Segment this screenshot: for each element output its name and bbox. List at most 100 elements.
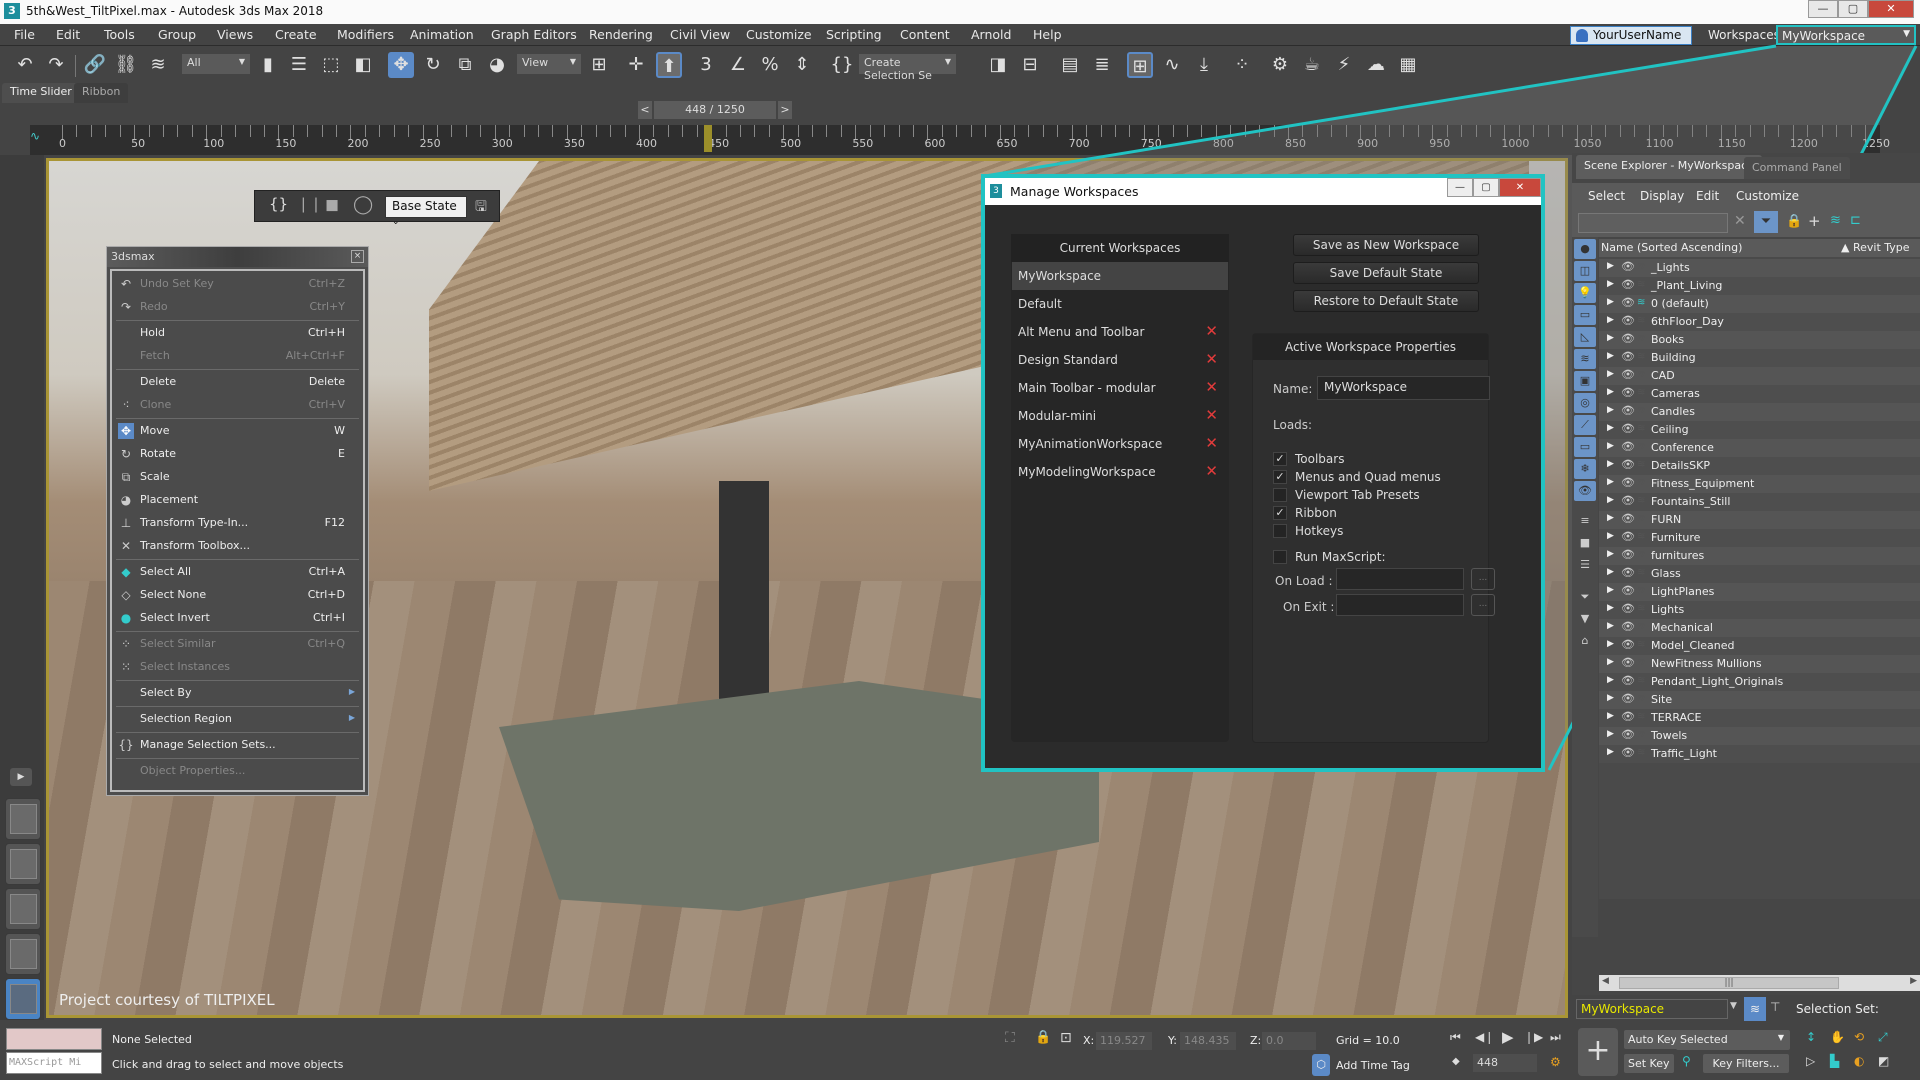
- layout-four-left[interactable]: [5, 933, 41, 975]
- expand-icon[interactable]: ▶: [1607, 657, 1614, 667]
- active-layer-icon[interactable]: ≋: [1637, 387, 1645, 398]
- active-layer-icon[interactable]: ≋: [1637, 279, 1645, 290]
- scrollbar-thumb[interactable]: |||: [1619, 977, 1839, 989]
- render-shoot-icon[interactable]: ▦: [1395, 52, 1421, 78]
- field-of-view-icon[interactable]: ▷: [1806, 1054, 1815, 1068]
- menu-content[interactable]: Content: [900, 27, 950, 42]
- visibility-eye-icon[interactable]: 👁: [1621, 296, 1635, 309]
- layer-row[interactable]: ▶ 👁 ≋ Site: [1599, 691, 1920, 709]
- menu-help[interactable]: Help: [1033, 27, 1062, 42]
- user-account-button[interactable]: YourUserName ▼: [1570, 26, 1692, 55]
- expand-icon[interactable]: ▶: [1607, 495, 1614, 505]
- workspace-list-item[interactable]: MyAnimationWorkspace ✕: [1012, 430, 1228, 458]
- zoom-icon[interactable]: ⟲: [1854, 1030, 1864, 1044]
- material-editor-icon[interactable]: ⁘: [1229, 52, 1255, 78]
- edit-named-selection-icon[interactable]: {}: [829, 52, 855, 78]
- time-slider-marker[interactable]: [704, 125, 713, 152]
- menu-tools[interactable]: Tools: [104, 27, 135, 42]
- layer-row[interactable]: ▶ 👁 ≋ _Plant_Living: [1599, 277, 1920, 295]
- time-slider-next[interactable]: >: [778, 101, 792, 119]
- active-layer-icon[interactable]: ≋: [1637, 405, 1645, 416]
- workspace-list-item[interactable]: Design Standard ✕: [1012, 346, 1228, 374]
- workspace-name-input[interactable]: MyWorkspace: [1317, 376, 1490, 400]
- angle-snap-icon[interactable]: ∠: [725, 52, 751, 78]
- layer-row[interactable]: ▶ 👁 ≋ TERRACE: [1599, 709, 1920, 727]
- expand-icon[interactable]: ▶: [1607, 297, 1614, 307]
- layers-icon[interactable]: ≋: [1830, 213, 1841, 228]
- go-to-end-icon[interactable]: ⏭: [1550, 1030, 1561, 1045]
- quad-menu-item-fetch[interactable]: Fetch Alt+Ctrl+F: [116, 345, 359, 367]
- layer-row[interactable]: ▶ 👁 ≋ Pendant_Light_Originals: [1599, 673, 1920, 691]
- maxscript-mini-listener[interactable]: MAXScript Mi: [6, 1052, 102, 1074]
- expand-icon[interactable]: ▶: [1607, 603, 1614, 613]
- load-checkbox-hotkeys[interactable]: [1273, 524, 1287, 538]
- state-set-dropdown[interactable]: Base State ⌄: [385, 196, 467, 227]
- visibility-eye-icon[interactable]: 👁: [1621, 386, 1635, 399]
- menu-animation[interactable]: Animation: [410, 27, 474, 42]
- filter-spacewarps-icon[interactable]: ≋: [1574, 349, 1596, 369]
- visibility-eye-icon[interactable]: 👁: [1621, 440, 1635, 453]
- layer-row[interactable]: ▶ 👁 ≋ FURN: [1599, 511, 1920, 529]
- active-layer-icon[interactable]: ≋: [1637, 711, 1645, 722]
- redo-icon[interactable]: ↷: [43, 52, 69, 78]
- save-as-new-workspace-button[interactable]: Save as New Workspace: [1293, 234, 1479, 256]
- workspace-list-item[interactable]: MyModelingWorkspace ✕: [1012, 458, 1228, 486]
- active-layer-icon[interactable]: ≋: [1637, 603, 1645, 614]
- pivot-center-icon[interactable]: ⊞: [586, 52, 612, 78]
- menu-arnold[interactable]: Arnold: [971, 27, 1011, 42]
- active-layer-icon[interactable]: ≋: [1637, 549, 1645, 560]
- se-menu-edit[interactable]: Edit: [1696, 189, 1719, 203]
- layer-row[interactable]: ▶ 👁 ≋ CAD: [1599, 367, 1920, 385]
- expand-icon[interactable]: ▶: [1607, 585, 1614, 595]
- quad-menu-title-bar[interactable]: 3dsmax: [107, 247, 368, 267]
- auto-key-button[interactable]: Auto Key: [1624, 1030, 1681, 1049]
- schematic-view-icon[interactable]: ⤓: [1191, 52, 1217, 78]
- se-menu-display[interactable]: Display: [1640, 189, 1684, 203]
- column-revit-type[interactable]: Revit Type: [1853, 241, 1910, 254]
- filter-bones-icon[interactable]: ⟋: [1574, 415, 1596, 435]
- layer-row[interactable]: ▶ 👁 ≋ Traffic_Light: [1599, 745, 1920, 763]
- filter-toggle-icon[interactable]: ▼: [1574, 609, 1596, 629]
- visibility-eye-icon[interactable]: 👁: [1621, 494, 1635, 507]
- active-layer-icon[interactable]: ≋: [1637, 459, 1645, 470]
- visibility-eye-icon[interactable]: 👁: [1621, 458, 1635, 471]
- time-slider-prev[interactable]: <: [638, 101, 652, 119]
- lock-icon[interactable]: 🔒: [1786, 214, 1802, 229]
- walk-through-icon[interactable]: ▙: [1830, 1054, 1839, 1068]
- placement-icon[interactable]: ◕: [484, 52, 510, 78]
- layer-row[interactable]: ▶ 👁 ≋ _Lights: [1599, 259, 1920, 277]
- track-bar[interactable]: ∿ 0 50 100 150 200 250 300 350 400 450 500 550 600 65…: [30, 125, 1890, 155]
- active-layer-icon[interactable]: ≋: [1637, 441, 1645, 452]
- delete-workspace-icon[interactable]: ✕: [1205, 406, 1218, 424]
- quad-menu-item-placement[interactable]: ◕ Placement: [116, 489, 359, 511]
- layer-row[interactable]: ▶ 👁 ≋ furnitures: [1599, 547, 1920, 565]
- load-checkbox-ribbon[interactable]: ✓: [1273, 506, 1287, 520]
- dialog-minimize-button[interactable]: —: [1447, 178, 1473, 197]
- workspace-list-item[interactable]: Alt Menu and Toolbar ✕: [1012, 318, 1228, 346]
- visibility-eye-icon[interactable]: 👁: [1621, 422, 1635, 435]
- sort-ascending-icon[interactable]: ▲: [1841, 241, 1849, 254]
- visibility-eye-icon[interactable]: 👁: [1621, 368, 1635, 381]
- sort-by-hierarchy-icon[interactable]: ⊤: [1770, 1000, 1780, 1014]
- scale-icon[interactable]: ⧉: [452, 52, 478, 78]
- delete-workspace-icon[interactable]: ✕: [1205, 350, 1218, 368]
- active-layer-icon[interactable]: ≋: [1637, 261, 1645, 272]
- visibility-eye-icon[interactable]: 👁: [1621, 530, 1635, 543]
- filter-cameras-icon[interactable]: ▭: [1574, 305, 1596, 325]
- active-layer-icon[interactable]: ≋: [1637, 567, 1645, 578]
- display-children-icon[interactable]: ≡: [1574, 511, 1596, 531]
- layer-row[interactable]: ▶ 👁 ≋ Fountains_Still: [1599, 493, 1920, 511]
- quad-menu-item-select-by[interactable]: Select By ▶: [116, 682, 359, 704]
- menu-civil-view[interactable]: Civil View: [670, 27, 730, 42]
- workspace-list-item[interactable]: Modular-mini ✕: [1012, 402, 1228, 430]
- expand-icon[interactable]: ▶: [1607, 549, 1614, 559]
- visibility-eye-icon[interactable]: 👁: [1621, 692, 1635, 705]
- visibility-eye-icon[interactable]: 👁: [1621, 656, 1635, 669]
- render-state-icon[interactable]: ◼: [325, 195, 339, 215]
- time-slider[interactable]: < 448 / 1250 >: [638, 101, 792, 119]
- render-cloud-icon[interactable]: ☁: [1363, 52, 1389, 78]
- menu-graph-editors[interactable]: Graph Editors: [491, 27, 577, 42]
- layer-row[interactable]: ▶ 👁 ≋ Model_Cleaned: [1599, 637, 1920, 655]
- mirror-icon[interactable]: ◨: [985, 52, 1011, 78]
- isolate-selection-icon[interactable]: ⛶: [1005, 1030, 1015, 1046]
